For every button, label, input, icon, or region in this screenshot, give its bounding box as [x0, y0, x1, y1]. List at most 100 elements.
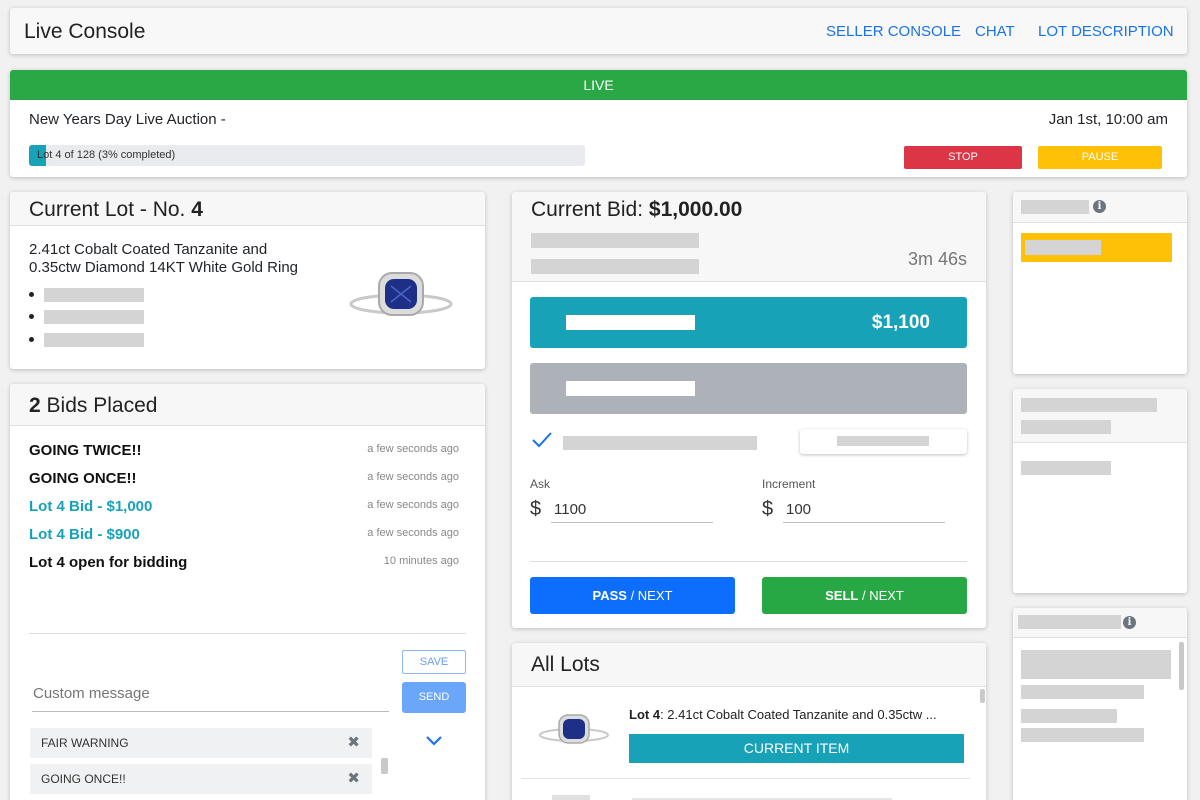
secondary-bid-button[interactable] — [530, 363, 967, 414]
increment-currency: $ — [762, 498, 774, 520]
placeholder-title — [1021, 398, 1157, 412]
quick-message-label: GOING ONCE!! — [41, 772, 126, 786]
ask-label: Ask — [530, 477, 551, 491]
current-lot-description: 2.41ct Cobalt Coated Tanzanite and 0.35c… — [29, 241, 299, 276]
next-bid-button[interactable]: $1,100 — [530, 297, 967, 348]
sell-next-button[interactable]: SELL / NEXT — [762, 577, 967, 614]
chevron-down-icon[interactable] — [425, 734, 443, 746]
placeholder-label — [837, 436, 929, 446]
pass-next-button[interactable]: PASS / NEXT — [530, 577, 735, 614]
checkmark-icon[interactable] — [531, 431, 553, 449]
placeholder-title — [1018, 615, 1121, 629]
bullet-dot — [29, 337, 34, 342]
remove-icon[interactable]: ✖ — [347, 733, 360, 751]
bid-event-time: 10 minutes ago — [383, 555, 459, 567]
divider — [29, 633, 466, 634]
current-bid-title: Current Bid: $1,000.00 — [531, 198, 743, 221]
lot-item-title: Lot 4: 2.41ct Cobalt Coated Tanzanite an… — [629, 707, 937, 722]
lot-thumbnail-image — [552, 795, 590, 800]
app-title: Live Console — [24, 20, 146, 43]
auction-date: Jan 1st, 10:00 am — [1048, 111, 1168, 128]
custom-message-input[interactable] — [32, 676, 389, 712]
bullet-dot — [29, 292, 34, 297]
bids-placed-card: 2 Bids Placed GOING TWICE!! a few seconds… — [10, 384, 485, 800]
bid-event-time: a few seconds ago — [367, 443, 459, 455]
info-icon[interactable]: i — [1123, 616, 1136, 629]
increment-input[interactable] — [783, 497, 945, 523]
placeholder-block — [1021, 650, 1171, 679]
side-widget-3: i — [1013, 608, 1187, 800]
bid-event-time: a few seconds ago — [367, 499, 459, 511]
bid-timer: 3m 46s — [907, 249, 967, 269]
bids-title: 2 Bids Placed — [29, 394, 158, 417]
highlight-row[interactable] — [1021, 233, 1172, 262]
current-bid-card: Current Bid: $1,000.00 3m 46s $1,100 Ask… — [512, 192, 986, 628]
divider — [530, 561, 967, 562]
placeholder-text — [563, 436, 757, 450]
bid-event-text: Lot 4 Bid - $1,000 — [29, 498, 153, 515]
current-lot-header: Current Lot - No. 4 — [10, 192, 485, 226]
placeholder-text — [1021, 685, 1144, 699]
placeholder-detail — [44, 333, 144, 347]
bid-event-time: a few seconds ago — [367, 527, 459, 539]
auction-progress-bar: Lot 4 of 128 (3% completed) — [29, 145, 585, 166]
option-button[interactable] — [800, 429, 967, 454]
placeholder-label — [566, 315, 695, 330]
live-indicator-bar: LIVE — [10, 70, 1187, 100]
nav-chat-link[interactable]: CHAT — [975, 23, 1015, 40]
top-navbar: Live Console SELLER CONSOLE CHAT LOT DES… — [10, 8, 1187, 54]
side-widget-2 — [1013, 389, 1187, 593]
bid-event-time: a few seconds ago — [367, 471, 459, 483]
pause-button[interactable]: PAUSE — [1038, 146, 1162, 169]
all-lots-header: All Lots — [512, 643, 986, 687]
quick-message-item[interactable]: FAIR WARNING ✖ — [30, 728, 372, 758]
placeholder-text — [1021, 728, 1144, 742]
all-lots-title: All Lots — [531, 653, 600, 676]
bids-header: 2 Bids Placed — [10, 384, 485, 426]
lot-thumbnail-image — [539, 714, 609, 744]
nav-seller-console-link[interactable]: SELLER CONSOLE — [826, 23, 961, 40]
placeholder-detail — [44, 288, 144, 302]
ask-input[interactable] — [551, 497, 713, 523]
scrollbar-thumb[interactable] — [980, 689, 985, 703]
next-bid-amount: $1,100 — [871, 312, 930, 333]
info-icon[interactable]: i — [1093, 200, 1106, 213]
increment-label: Increment — [762, 477, 816, 491]
auction-progress-text: Lot 4 of 128 (3% completed) — [37, 149, 176, 161]
bid-event-text: GOING TWICE!! — [29, 442, 142, 459]
side-widget-1-header: i — [1013, 192, 1187, 223]
remove-icon[interactable]: ✖ — [347, 769, 360, 787]
placeholder-text — [1021, 709, 1117, 723]
bid-event-text: GOING ONCE!! — [29, 470, 137, 487]
placeholder-label — [566, 381, 695, 396]
current-bid-header: Current Bid: $1,000.00 3m 46s — [512, 192, 986, 282]
quick-message-label: FAIR WARNING — [41, 736, 129, 750]
nav-lot-description-link[interactable]: LOT DESCRIPTION — [1038, 23, 1174, 40]
ask-currency: $ — [530, 498, 542, 520]
placeholder-text — [1025, 240, 1101, 255]
all-lots-card: All Lots Lot 4: 2.41ct Cobalt Coated Tan… — [512, 643, 986, 800]
placeholder-title — [1021, 200, 1089, 214]
auction-name: New Years Day Live Auction - — [29, 111, 226, 128]
quick-message-item[interactable]: GOING ONCE!! ✖ — [30, 764, 372, 794]
send-message-button[interactable]: SEND — [402, 682, 466, 713]
bid-event-text: Lot 4 open for bidding — [29, 554, 188, 571]
bid-event-text: Lot 4 Bid - $900 — [29, 526, 140, 543]
lot-list-item[interactable]: Lot 4: 2.41ct Cobalt Coated Tanzanite an… — [521, 687, 970, 779]
placeholder-text — [531, 259, 699, 274]
placeholder-detail — [44, 310, 144, 324]
scrollbar-thumb[interactable] — [1179, 642, 1184, 690]
auction-status-card: LIVE New Years Day Live Auction - Jan 1s… — [10, 70, 1187, 177]
current-item-badge: CURRENT ITEM — [629, 734, 964, 763]
current-lot-title: Current Lot - No. 4 — [29, 198, 203, 221]
current-lot-card: Current Lot - No. 4 2.41ct Cobalt Coated… — [10, 192, 485, 369]
placeholder-title — [1021, 420, 1111, 434]
placeholder-text — [531, 233, 699, 248]
side-widget-1: i — [1013, 192, 1187, 374]
placeholder-text — [1021, 461, 1111, 475]
side-widget-2-header — [1013, 389, 1187, 443]
save-message-button[interactable]: SAVE — [402, 650, 466, 674]
scrollbar-thumb[interactable] — [381, 758, 388, 774]
lot-ring-image — [349, 272, 453, 316]
stop-button[interactable]: STOP — [904, 146, 1022, 169]
